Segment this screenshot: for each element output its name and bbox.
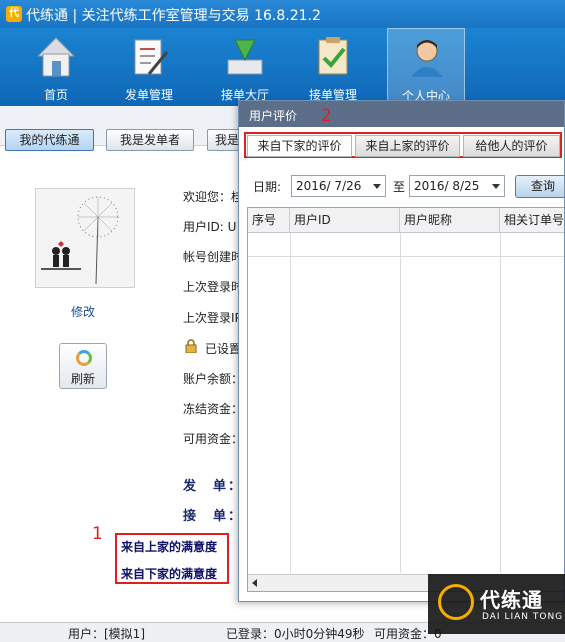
col-order-number[interactable]: 相关订单号 xyxy=(500,208,564,232)
satisfaction-from-downstream-link[interactable]: 来自下家的满意度 xyxy=(121,565,217,582)
col-user-id[interactable]: 用户ID xyxy=(290,208,400,232)
window-title: 代练通 | 关注代练工作室管理与交易 16.8.21.2 xyxy=(26,8,321,24)
clipboard-pen-icon xyxy=(134,39,169,75)
date-label: 日期: xyxy=(253,180,282,194)
user-review-dialog: 用户评价 2 来自下家的评价 来自上家的评价 给他人的评价 日期: 2016/ … xyxy=(238,100,565,602)
clipboard-check-icon xyxy=(318,37,348,75)
refresh-icon xyxy=(76,350,92,366)
send-orders-label: 发 单： xyxy=(183,479,244,494)
my-dailiantong-button[interactable]: 我的代练通 xyxy=(5,129,94,151)
date-to-value: 2016/ 8/25 xyxy=(414,179,480,193)
nav-order-management[interactable]: 接单管理 xyxy=(294,28,372,106)
security-status-text: 已设置 xyxy=(205,342,242,356)
watermark-brand-pinyin: DAI LIAN TONG xyxy=(482,612,564,622)
nav-order-hall[interactable]: 接单大厅 xyxy=(206,28,284,106)
chevron-down-icon xyxy=(373,184,381,189)
available-funds-label: 可用资金： xyxy=(183,432,244,446)
date-from-picker[interactable]: 2016/ 7/26 xyxy=(291,175,386,197)
im-sender-button[interactable]: 我是发单者 xyxy=(106,129,194,151)
edit-avatar-link[interactable]: 修改 xyxy=(71,303,95,320)
receive-orders-label: 接 单： xyxy=(183,509,244,524)
review-tabs-highlight-box: 来自下家的评价 来自上家的评价 给他人的评价 xyxy=(244,132,562,158)
scroll-left-arrow-icon[interactable] xyxy=(252,579,257,587)
brand-watermark: 代练通 DAI LIAN TONG xyxy=(428,574,565,634)
annotation-number-1: 1 xyxy=(92,524,103,544)
dialog-title-bar[interactable]: 用户评价 xyxy=(239,101,564,127)
table-header: 序号 用户ID 用户昵称 相关订单号 xyxy=(248,208,564,233)
reviews-table: 序号 用户ID 用户昵称 相关订单号 xyxy=(247,207,564,592)
avatar xyxy=(35,188,135,288)
download-arrow-icon xyxy=(227,39,263,75)
dandelion-couple-image xyxy=(36,189,134,287)
refresh-button[interactable]: 刷新 xyxy=(59,343,107,389)
dialog-title: 用户评价 xyxy=(249,109,298,123)
tab-reviews-from-upstream[interactable]: 来自上家的评价 xyxy=(355,135,460,157)
annotation-number-2: 2 xyxy=(321,106,332,126)
nav-home-label: 首页 xyxy=(43,88,68,102)
date-to-label: 至 xyxy=(393,180,406,194)
watermark-brand-name: 代练通 xyxy=(480,588,543,612)
user-id-text: 用户ID: U xyxy=(183,220,237,234)
column-divider xyxy=(500,233,501,573)
col-user-nickname[interactable]: 用户昵称 xyxy=(400,208,500,232)
satisfaction-highlight-box: 来自上家的满意度 来自下家的满意度 xyxy=(115,533,229,584)
status-login-duration: 已登录：0小时0分钟49秒 xyxy=(226,627,365,641)
col-index[interactable]: 序号 xyxy=(248,208,290,232)
lock-icon xyxy=(185,339,197,353)
app-logo-icon: 代 xyxy=(6,6,22,22)
main-nav: 首页 发单管理 接单大厅 接单管理 个人中心 xyxy=(0,28,565,106)
nav-personal-center[interactable]: 个人中心 xyxy=(387,28,465,106)
date-to-picker[interactable]: 2016/ 8/25 xyxy=(409,175,505,197)
account-balance-label: 账户余额： xyxy=(183,372,244,386)
tab-reviews-from-downstream[interactable]: 来自下家的评价 xyxy=(247,135,352,157)
title-bar: 代 代练通 | 关注代练工作室管理与交易 16.8.21.2 xyxy=(0,0,565,28)
refresh-label: 刷新 xyxy=(70,372,95,386)
frozen-funds-label: 冻结资金： xyxy=(183,402,244,416)
user-avatar-icon xyxy=(411,40,443,77)
status-user: 用户：[模拟1] xyxy=(68,627,145,641)
last-login-time-text: 上次登录时 xyxy=(183,280,244,294)
column-divider xyxy=(290,233,291,573)
nav-home[interactable]: 首页 xyxy=(17,28,95,106)
chevron-down-icon xyxy=(492,184,500,189)
satisfaction-from-upstream-link[interactable]: 来自上家的满意度 xyxy=(121,538,217,555)
brand-logo-icon xyxy=(438,584,474,620)
house-icon xyxy=(36,37,76,77)
welcome-text: 欢迎您：桂 xyxy=(183,190,244,204)
date-from-value: 2016/ 7/26 xyxy=(296,179,362,193)
nav-send-orders[interactable]: 发单管理 xyxy=(110,28,188,106)
table-row[interactable] xyxy=(248,233,564,257)
column-divider xyxy=(400,233,401,573)
account-created-text: 帐号创建时 xyxy=(183,250,244,264)
last-login-ip-text: 上次登录IP xyxy=(183,311,242,325)
nav-send-orders-label: 发单管理 xyxy=(124,88,173,102)
tab-reviews-given-to-others[interactable]: 给他人的评价 xyxy=(463,135,560,157)
query-button[interactable]: 查询 xyxy=(515,175,564,198)
